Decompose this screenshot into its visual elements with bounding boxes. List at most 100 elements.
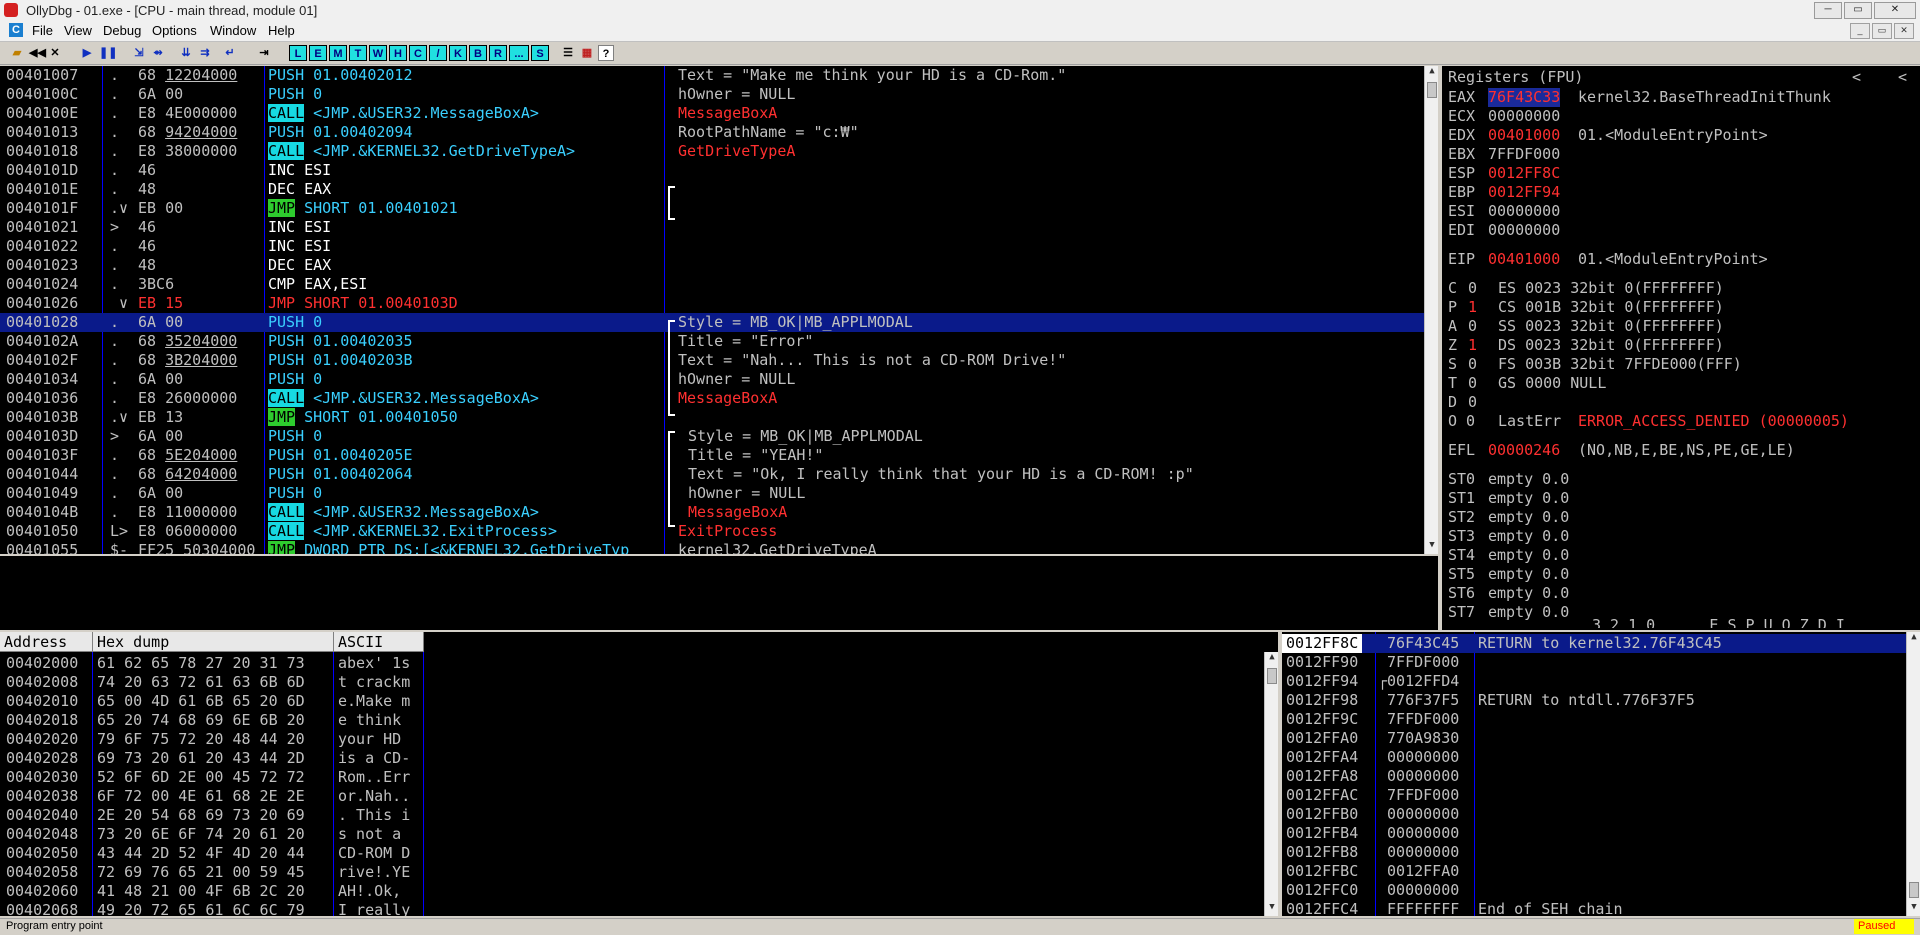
executable-modules-button[interactable]: E	[309, 45, 327, 61]
dump-row[interactable]: 00402000 61 62 65 78 27 20 31 73 abex' 1s	[0, 654, 1264, 673]
overflow-flag[interactable]: O 0	[1448, 412, 1475, 431]
register-row[interactable]: EAX 76F43C33 kernel32.BaseThreadInitThunk	[1442, 88, 1920, 107]
log-window-button[interactable]: L	[289, 45, 307, 61]
fpu-value[interactable]: empty 0.0	[1488, 489, 1569, 508]
registers-nav-left[interactable]: <	[1852, 68, 1861, 86]
goto-icon[interactable]: ⇥	[256, 45, 272, 61]
step-into-icon[interactable]: ⇲	[131, 45, 147, 61]
cpu-button[interactable]: C	[409, 45, 427, 61]
fpu-value[interactable]: empty 0.0	[1488, 565, 1569, 584]
close-debuggee-icon[interactable]: ✕	[48, 45, 62, 61]
dump-row[interactable]: 00402060 41 48 21 00 4F 6B 2C 20 AH!.Ok,	[0, 882, 1264, 901]
cpu-window-icon[interactable]: C	[9, 23, 23, 37]
disasm-row[interactable]: 0040100C. 6A 00 PUSH 0 hOwner = NULL	[0, 85, 1424, 104]
run-icon[interactable]: ▶	[80, 45, 94, 61]
flag-value[interactable]: 0	[1468, 393, 1477, 412]
stack-row[interactable]: 0012FF94 ┌0012FFD4	[1282, 672, 1906, 691]
menu-file[interactable]: File	[32, 23, 53, 38]
flag-row[interactable]: T 0 GS 0000 NULL	[1442, 374, 1920, 393]
flag-value[interactable]: 0	[1468, 279, 1477, 298]
ascii-column-header[interactable]: ASCII	[334, 632, 424, 652]
dump-row[interactable]: 00402038 6F 72 00 4E 61 68 2E 2E or.Nah..	[0, 787, 1264, 806]
registers-pane[interactable]: Registers (FPU) < < EAX 76F43C33 kernel32.…	[1442, 66, 1920, 630]
register-row[interactable]: EDI 00000000	[1442, 221, 1920, 240]
rewind-icon[interactable]: ◀◀	[29, 45, 46, 61]
stack-scrollbar[interactable]: ▲ ▼	[1906, 632, 1920, 916]
step-over-icon[interactable]: ⇴	[150, 45, 166, 61]
dump-row[interactable]: 00402018 65 20 74 68 69 6E 6B 20 e think	[0, 711, 1264, 730]
stack-row[interactable]: 0012FFA0 770A9830	[1282, 729, 1906, 748]
flag-row[interactable]: P 1 CS 001B 32bit 0(FFFFFFFF)	[1442, 298, 1920, 317]
stack-row[interactable]: 0012FFB4 00000000	[1282, 824, 1906, 843]
disassembly-scrollbar[interactable]: ▲ ▼	[1424, 66, 1438, 554]
mdi-close-button[interactable]: ✕	[1894, 23, 1914, 39]
disasm-row[interactable]: 0040103F. 68 5E204000 PUSH 01.0040205E Titl…	[0, 446, 1424, 465]
efl-row[interactable]: EFL 00000246 (NO,NB,E,BE,NS,PE,GE,LE)	[1442, 441, 1920, 460]
flag-value[interactable]: 1	[1468, 336, 1477, 355]
disasm-row[interactable]: 00401034. 6A 00 PUSH 0 hOwner = NULL	[0, 370, 1424, 389]
disasm-row[interactable]: 0040103D >6A 00 PUSH 0 Style = MB_OK|MB_APP…	[0, 427, 1424, 446]
flag-row[interactable]: C 0 ES 0023 32bit 0(FFFFFFFF)	[1442, 279, 1920, 298]
fpu-value[interactable]: empty 0.0	[1488, 546, 1569, 565]
disasm-row[interactable]: 00401007. 68 12204000 PUSH 01.00402012 Text…	[0, 66, 1424, 85]
disasm-row[interactable]: 0040104B. E8 11000000 CALL <JMP.&USER32.Me…	[0, 503, 1424, 522]
register-value[interactable]: 00401000	[1488, 126, 1560, 145]
disasm-row[interactable]: 00401036. E8 26000000 CALL <JMP.&USER32.Me…	[0, 389, 1424, 408]
register-row[interactable]: ECX 00000000	[1442, 107, 1920, 126]
dump-row[interactable]: 00402040 2E 20 54 68 69 73 20 69 . This i	[0, 806, 1264, 825]
dump-row[interactable]: 00402010 65 00 4D 61 6B 65 20 6D e.Make m	[0, 692, 1264, 711]
register-value[interactable]: 00000000	[1488, 221, 1560, 240]
fpu-value[interactable]: empty 0.0	[1488, 470, 1569, 489]
pause-icon[interactable]: ❚❚	[99, 45, 117, 61]
dump-row[interactable]: 00402030 52 6F 6D 2E 00 45 72 72 Rom..Err	[0, 768, 1264, 787]
disasm-row[interactable]: 00401018. E8 38000000 CALL <JMP.&KERNEL32.…	[0, 142, 1424, 161]
handles-button[interactable]: H	[389, 45, 407, 61]
register-value[interactable]: 00000000	[1488, 202, 1560, 221]
fpu-value[interactable]: empty 0.0	[1488, 508, 1569, 527]
menu-help[interactable]: Help	[268, 23, 295, 38]
disasm-row[interactable]: 00401055 $- FF25 50304000 JMP DWORD PTR DS:…	[0, 541, 1424, 554]
register-value[interactable]: 00000000	[1488, 107, 1560, 126]
dump-row[interactable]: 00402050 43 44 2D 52 4F 4D 20 44 CD-ROM D	[0, 844, 1264, 863]
registers-nav-right[interactable]: <	[1898, 68, 1907, 86]
maximize-button[interactable]: ▭	[1844, 2, 1872, 19]
minimize-button[interactable]: ─	[1814, 2, 1842, 19]
breakpoints-button[interactable]: B	[469, 45, 487, 61]
fpu-value[interactable]: empty 0.0	[1488, 584, 1569, 603]
stack-pane[interactable]: 0012FF8C 76F43C45 RETURN to kernel32.76F4…	[1282, 632, 1920, 916]
flag-row[interactable]: Z 1 DS 0023 32bit 0(FFFFFFFF)	[1442, 336, 1920, 355]
disasm-row[interactable]: 00401050 L> E8 06000000 CALL <JMP.&KERNEL32…	[0, 522, 1424, 541]
register-row[interactable]: EDX 00401000 01.<ModuleEntryPoint>	[1442, 126, 1920, 145]
execute-till-return-icon[interactable]: ↵	[222, 45, 238, 61]
hex-dump-column-header[interactable]: Hex dump	[93, 632, 334, 652]
stack-row[interactable]: 0012FF8C 76F43C45 RETURN to kernel32.76F4…	[1282, 634, 1906, 653]
disasm-row[interactable]: 0040102F. 68 3B204000 PUSH 01.0040203B Text…	[0, 351, 1424, 370]
dump-row[interactable]: 00402048 73 20 6E 6F 74 20 61 20 s not a	[0, 825, 1264, 844]
menu-options[interactable]: Options	[152, 23, 197, 38]
list-icon[interactable]: ☰	[560, 45, 576, 61]
flag-row[interactable]: S 0 FS 003B 32bit 7FFDE000(FFF)	[1442, 355, 1920, 374]
disasm-row[interactable]: 00401028. 6A 00 PUSH 0 Style = MB_OK|MB_APP…	[0, 313, 1424, 332]
disasm-row[interactable]: 00401044. 68 64204000 PUSH 01.00402064 Text…	[0, 465, 1424, 484]
flag-value[interactable]: 0	[1468, 355, 1477, 374]
fpu-row[interactable]: ST5 empty 0.0	[1442, 565, 1920, 584]
fpu-row[interactable]: ST4 empty 0.0	[1442, 546, 1920, 565]
register-value[interactable]: 7FFDF000	[1488, 145, 1560, 164]
dump-row[interactable]: 00402068 49 20 72 65 61 6C 6C 79 I really	[0, 901, 1264, 916]
flag-row[interactable]: D0	[1442, 393, 1920, 412]
appearance-icon[interactable]: ▦	[579, 45, 595, 61]
disasm-row[interactable]: 00401023. 48 DEC EAX	[0, 256, 1424, 275]
stack-row[interactable]: 0012FFC4 FFFFFFFF End of SEH chain	[1282, 900, 1906, 916]
trace-into-icon[interactable]: ⇊	[178, 45, 194, 61]
stack-row[interactable]: 0012FFA4 00000000	[1282, 748, 1906, 767]
fpu-row[interactable]: ST3 empty 0.0	[1442, 527, 1920, 546]
menu-debug[interactable]: Debug	[103, 23, 141, 38]
dump-row[interactable]: 00402058 72 69 76 65 21 00 59 45 rive!.YE	[0, 863, 1264, 882]
register-value[interactable]: 0012FF8C	[1488, 164, 1560, 183]
fpu-row[interactable]: ST6 empty 0.0	[1442, 584, 1920, 603]
fpu-value[interactable]: empty 0.0	[1488, 527, 1569, 546]
fpu-row[interactable]: ST0 empty 0.0	[1442, 470, 1920, 489]
disasm-row[interactable]: 00401026 ∨ EB 15 JMP SHORT 01.0040103D	[0, 294, 1424, 313]
dump-row[interactable]: 00402008 74 20 63 72 61 63 6B 6D t crackm	[0, 673, 1264, 692]
stack-row[interactable]: 0012FFA8 00000000	[1282, 767, 1906, 786]
